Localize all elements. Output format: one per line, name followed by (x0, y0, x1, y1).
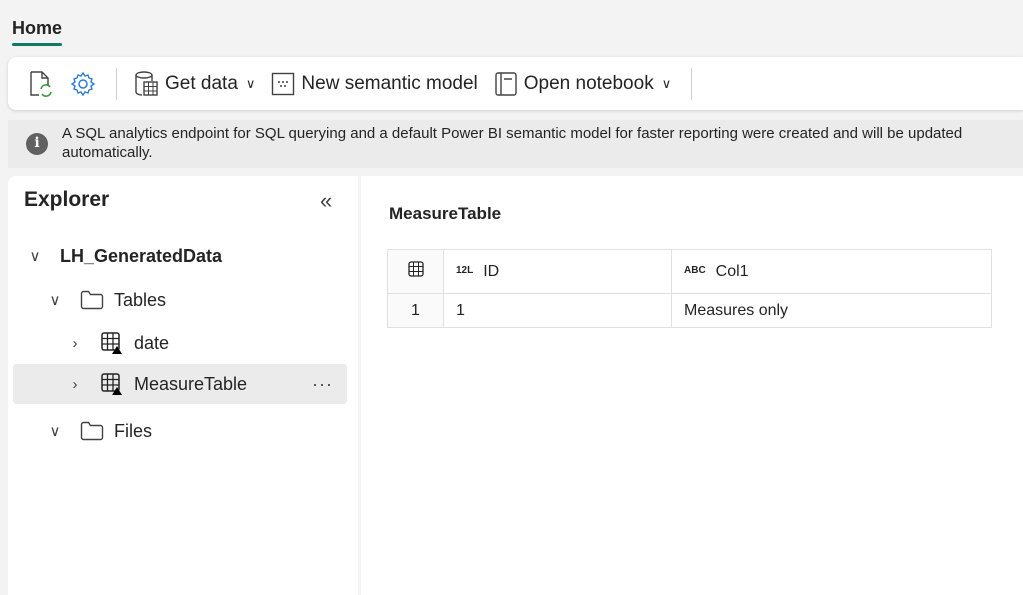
folder-icon (80, 290, 104, 310)
explorer-title: Explorer (24, 188, 109, 212)
new-semantic-model-label: New semantic model (301, 73, 477, 95)
chevron-right-icon[interactable]: › (64, 335, 86, 352)
tables-label: Tables (114, 290, 166, 311)
text-type-icon: ABC (684, 265, 706, 276)
collapse-pane-icon[interactable]: « (320, 188, 332, 214)
chevron-down-icon[interactable]: ∨ (44, 422, 66, 440)
refresh-file-icon (28, 70, 54, 98)
open-notebook-button[interactable]: Open notebook ∨ (494, 71, 671, 97)
table-label: MeasureTable (134, 374, 247, 395)
notebook-icon (494, 71, 518, 97)
toolbar-divider (691, 68, 692, 100)
delta-table-icon (100, 331, 124, 355)
chevron-down-icon[interactable]: ∨ (44, 291, 66, 309)
table-preview-pane: MeasureTable 12L ID ABC Col1 1 1 Measures … (361, 176, 1023, 595)
table-row: 1 1 Measures only (388, 294, 992, 328)
tree-node-lakehouse[interactable]: ∨ LH_GeneratedData (24, 236, 222, 276)
tree-node-tables[interactable]: ∨ Tables (44, 280, 166, 320)
settings-button[interactable] (70, 71, 96, 97)
data-grid: 12L ID ABC Col1 1 1 Measures only (387, 249, 992, 328)
lakehouse-label: LH_GeneratedData (60, 246, 222, 267)
files-label: Files (114, 421, 152, 442)
tab-home[interactable]: Home (12, 18, 62, 39)
chevron-down-icon: ∨ (662, 76, 672, 92)
delta-table-icon (100, 372, 124, 396)
info-message: A SQL analytics endpoint for SQL queryin… (62, 125, 1013, 163)
table-icon (408, 261, 424, 277)
tree-node-table-measuretable[interactable]: › MeasureTable ··· (13, 364, 347, 404)
column-header-col1[interactable]: ABC Col1 (672, 250, 992, 294)
column-name: Col1 (716, 263, 749, 280)
chevron-down-icon: ∨ (246, 76, 256, 92)
open-notebook-label: Open notebook (524, 73, 654, 95)
explorer-pane: Explorer « ∨ LH_GeneratedData ∨ Tables ›… (8, 176, 358, 595)
column-name: ID (483, 263, 499, 280)
gear-icon (70, 71, 96, 97)
database-table-icon (133, 70, 159, 98)
cell-id[interactable]: 1 (444, 294, 672, 328)
semantic-model-icon (271, 72, 295, 96)
tree-node-table-date[interactable]: › date (64, 323, 169, 363)
integer-type-icon: 12L (456, 265, 473, 276)
table-label: date (134, 333, 169, 354)
get-data-button[interactable]: Get data ∨ (133, 70, 255, 98)
toolbar: Get data ∨ New semantic model Open noteb… (8, 57, 1023, 110)
folder-icon (80, 421, 104, 441)
column-header-id[interactable]: 12L ID (444, 250, 672, 294)
info-banner: i A SQL analytics endpoint for SQL query… (8, 120, 1023, 168)
get-data-label: Get data (165, 73, 238, 95)
chevron-down-icon[interactable]: ∨ (24, 247, 46, 265)
toolbar-divider (116, 68, 117, 100)
info-icon: i (26, 133, 48, 155)
ribbon-tabs: Home (0, 0, 1023, 50)
cell-col1[interactable]: Measures only (672, 294, 992, 328)
tree-node-files[interactable]: ∨ Files (44, 411, 152, 451)
new-semantic-model-button[interactable]: New semantic model (271, 72, 477, 96)
refresh-button[interactable] (28, 70, 54, 98)
select-all-cell[interactable] (388, 250, 444, 294)
chevron-right-icon[interactable]: › (64, 376, 86, 393)
row-number: 1 (388, 294, 444, 328)
preview-title: MeasureTable (389, 204, 501, 224)
more-options-icon[interactable]: ··· (312, 374, 333, 395)
